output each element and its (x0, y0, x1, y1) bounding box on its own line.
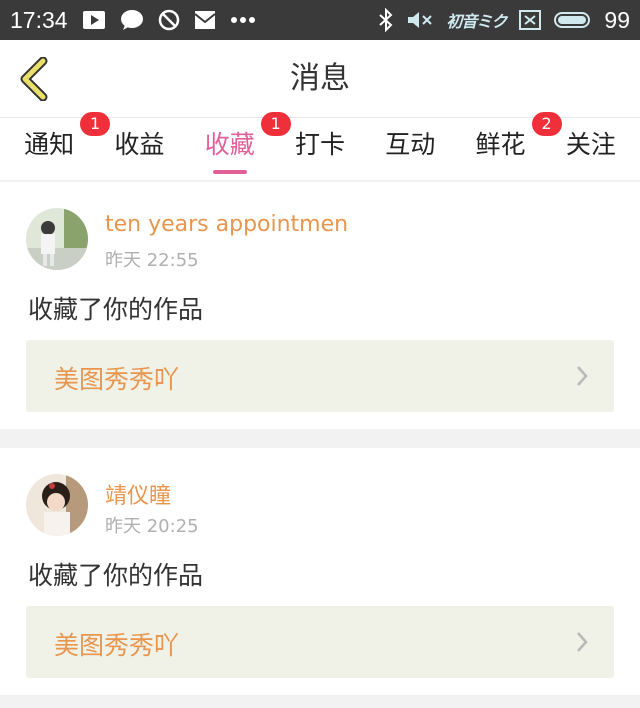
unread-badge: 1 (260, 112, 291, 136)
message-item: ten years appointmen 昨天 22:55 收藏了你的作品 美图… (0, 182, 640, 429)
tab-bar: 通知 1 收益 收藏 1 打卡 互动 鲜花 2 关注 (0, 112, 640, 180)
tab-flowers[interactable]: 鲜花 2 (470, 112, 562, 180)
tab-checkin[interactable]: 打卡 (289, 118, 351, 180)
unread-badge: 1 (80, 112, 111, 136)
tab-label: 关注 (565, 130, 616, 159)
chat-bubble-icon (120, 9, 144, 31)
battery-icon (554, 11, 592, 29)
username[interactable]: ten years appointmen (105, 212, 348, 237)
tab-label: 收益 (114, 130, 165, 159)
work-title: 美图秀秀吖 (54, 631, 180, 660)
work-link[interactable]: 美图秀秀吖 (26, 606, 614, 678)
status-bar: 17:34 初音ミク 99 (0, 0, 640, 40)
page-title: 消息 (290, 61, 350, 96)
bluetooth-icon (378, 8, 394, 32)
tab-label: 收藏 (204, 130, 255, 159)
tab-interactions[interactable]: 互动 (379, 118, 441, 180)
message-text: 收藏了你的作品 (28, 295, 204, 324)
message-text: 收藏了你的作品 (28, 561, 204, 590)
sim-x-icon (518, 9, 542, 31)
play-icon (82, 10, 106, 30)
block-icon (158, 9, 180, 31)
chevron-right-icon (577, 632, 588, 652)
tab-earnings[interactable]: 收益 (108, 118, 170, 180)
work-link[interactable]: 美图秀秀吖 (26, 340, 614, 412)
tab-label: 鲜花 (475, 130, 526, 159)
status-time: 17:34 (10, 6, 68, 33)
battery-level: 99 (604, 6, 630, 33)
tab-following[interactable]: 关注 (560, 118, 622, 180)
tab-notifications[interactable]: 通知 1 (18, 112, 111, 180)
active-tab-indicator (212, 170, 247, 174)
app-header: 消息 (0, 40, 640, 118)
chevron-right-icon (577, 366, 588, 386)
message-time: 昨天 22:55 (105, 250, 199, 271)
tab-label: 通知 (24, 130, 75, 159)
work-title: 美图秀秀吖 (54, 365, 180, 394)
mute-icon (406, 9, 434, 31)
avatar[interactable] (26, 474, 88, 536)
tab-favorites[interactable]: 收藏 1 (199, 112, 291, 180)
unread-badge: 2 (531, 112, 562, 136)
message-time: 昨天 20:25 (105, 516, 199, 537)
miku-logo: 初音ミク (446, 12, 507, 31)
tab-label: 互动 (385, 130, 436, 159)
username[interactable]: 靖仪瞳 (105, 478, 171, 510)
message-item: 靖仪瞳 昨天 20:25 收藏了你的作品 美图秀秀吖 (0, 448, 640, 695)
tab-label: 打卡 (294, 130, 345, 159)
more-dots-icon (230, 16, 256, 24)
avatar[interactable] (26, 208, 88, 270)
mail-icon (193, 10, 216, 30)
